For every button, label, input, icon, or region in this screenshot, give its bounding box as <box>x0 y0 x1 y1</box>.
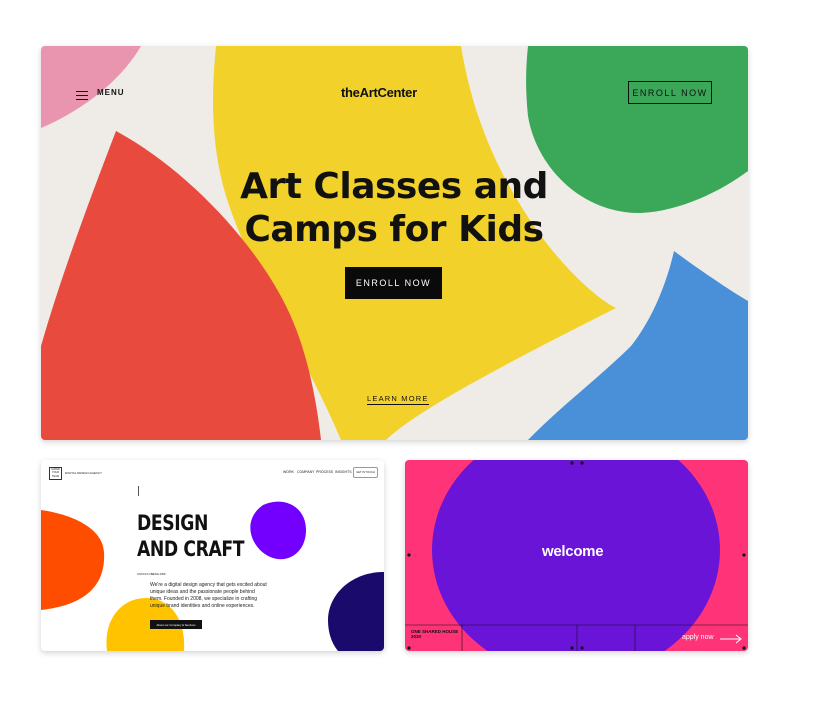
nav-work[interactable]: WORK <box>283 470 294 474</box>
site-logo[interactable]: theArtCenter <box>341 85 451 100</box>
nav-process[interactable]: PROCESS <box>316 470 333 474</box>
get-in-touch-button[interactable]: GET IN TOUCH <box>353 467 378 478</box>
learn-more-link[interactable]: LEARN MORE <box>367 394 429 405</box>
hero-enroll-button[interactable]: ENROLL NOW <box>345 267 442 299</box>
orange-shape <box>41 510 105 610</box>
design-title-line2: AND CRAFT <box>137 537 245 561</box>
footer-title: ONE SHARED HOUSE 2030 <box>411 629 459 639</box>
hero-title-line1: Art Classes and <box>240 166 548 207</box>
nav-company[interactable]: COMPANY <box>297 470 314 474</box>
pink-shape <box>41 46 141 128</box>
purple-blob <box>250 501 306 560</box>
design-agency-card[interactable]: SUPER YOUR TEAM DIGITAL DESIGN AGENCY WO… <box>41 460 384 651</box>
about-company-button[interactable]: About our Company & Services <box>150 620 202 629</box>
hero-title-line2: Camps for Kids <box>244 209 544 250</box>
agency-label: DIGITAL DESIGN AGENCY <box>65 471 103 475</box>
art-center-card[interactable]: MENU theArtCenter ENROLL NOW Art Classes… <box>41 46 748 440</box>
hero-title: Art Classes and Camps for Kids <box>194 165 594 251</box>
design-title: DESIGN AND CRAFT <box>137 510 244 562</box>
scroll-marker <box>138 486 139 496</box>
welcome-card[interactable]: welcome ONE SHARED HOUSE 2030 apply now <box>405 460 748 651</box>
since-label: SINCE 2008 <box>151 573 166 576</box>
arrow-right-icon[interactable] <box>719 634 743 644</box>
menu-label[interactable]: MENU <box>97 88 125 97</box>
header-enroll-button[interactable]: ENROLL NOW <box>628 81 712 104</box>
agency-logo[interactable]: SUPER YOUR TEAM <box>49 467 62 480</box>
hamburger-icon[interactable] <box>76 88 88 103</box>
agency-description: We're a digital design agency that gets … <box>150 582 267 609</box>
welcome-heading: welcome <box>542 543 604 560</box>
apply-now-link[interactable]: apply now <box>682 634 714 641</box>
design-title-line1: DESIGN <box>137 511 208 535</box>
nav-insights[interactable]: INSIGHTS <box>335 470 352 474</box>
navy-shape <box>328 572 384 651</box>
